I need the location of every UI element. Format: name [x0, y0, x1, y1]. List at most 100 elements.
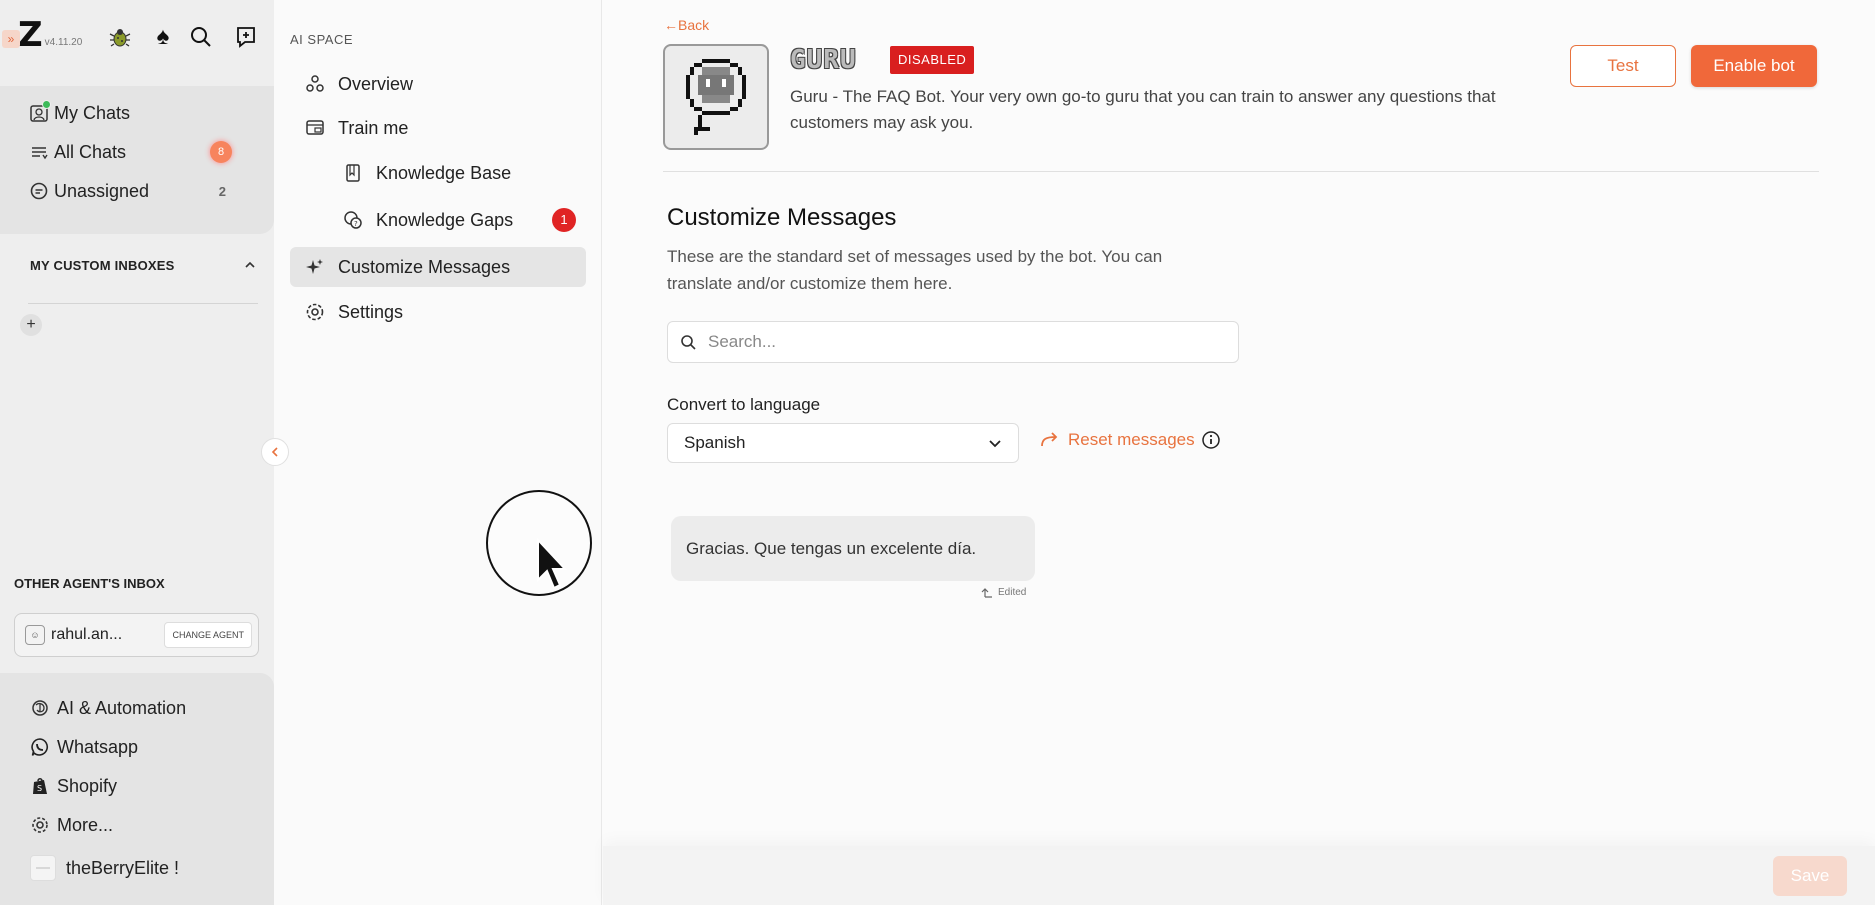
back-link[interactable]: ←Back	[664, 17, 709, 33]
edited-indicator: Edited	[981, 586, 1026, 598]
menu-label: Knowledge Base	[376, 162, 512, 183]
agent-avatar-icon: ☺	[25, 625, 45, 645]
save-button[interactable]: Save	[1773, 856, 1847, 896]
store-logo	[30, 855, 56, 881]
language-label: Convert to language	[667, 395, 821, 414]
message-bubble[interactable]: Gracias. Que tengas un excelente día.	[671, 516, 1035, 581]
nav-more[interactable]: More...	[30, 810, 113, 840]
cursor-highlight	[486, 490, 592, 596]
sparkle-icon	[304, 256, 326, 278]
language-select[interactable]: Spanish	[667, 423, 1019, 463]
status-badge: DISABLED	[890, 46, 975, 74]
pixel-chat-bubble-icon	[686, 59, 746, 135]
change-agent-button[interactable]: CHANGE AGENT	[164, 622, 252, 648]
divider	[28, 303, 258, 304]
menu-label: Knowledge Gaps	[376, 209, 514, 230]
book-icon	[342, 162, 364, 184]
info-icon[interactable]	[1201, 430, 1221, 450]
footer-bar: Save	[603, 846, 1875, 905]
message-text: Gracias. Que tengas un excelente día.	[686, 539, 977, 558]
menu-train-me[interactable]: Train me	[290, 108, 586, 148]
menu-customize-messages[interactable]: Customize Messages	[290, 247, 586, 287]
reset-messages-label: Reset messages	[1068, 430, 1195, 449]
chat-bubble-icon	[28, 180, 50, 202]
chevron-left-icon	[271, 447, 278, 457]
menu-label: Settings	[338, 301, 404, 322]
knowledge-gaps-icon: ?	[342, 209, 364, 231]
redo-arrow-icon	[1041, 432, 1058, 447]
nav-shopify[interactable]: S Shopify	[30, 771, 117, 801]
section-description: These are the standard set of messages u…	[667, 247, 1163, 293]
expand-arrows-icon[interactable]: »	[2, 30, 20, 48]
svg-text:?: ?	[354, 220, 358, 228]
ai-space-heading: AI SPACE	[290, 32, 354, 47]
nav-whatsapp[interactable]: Whatsapp	[30, 732, 138, 762]
collapse-sidebar-button[interactable]	[261, 438, 289, 466]
reset-messages-button[interactable]: Reset messages	[1040, 430, 1221, 450]
store-switcher[interactable]: theBerryElite !	[30, 853, 179, 883]
edited-arrow-icon	[981, 588, 992, 598]
search-icon[interactable]	[188, 24, 214, 50]
train-icon	[304, 117, 326, 139]
menu-label: Overview	[338, 73, 414, 94]
sidebar-topbar: » Z v4.11.20 ♠	[0, 0, 274, 70]
settings-gear-icon	[304, 301, 326, 323]
search-input[interactable]	[706, 331, 1206, 353]
mouse-pointer-icon	[537, 538, 568, 590]
language-value: Spanish	[684, 433, 746, 452]
overview-icon	[304, 73, 326, 95]
knowledge-gaps-badge: 1	[552, 208, 576, 232]
nav-label: Unassigned	[54, 180, 150, 201]
test-button[interactable]: Test	[1570, 45, 1676, 87]
menu-knowledge-base[interactable]: Knowledge Base	[290, 153, 586, 193]
gear-icon	[30, 815, 50, 835]
unassigned-count: 2	[218, 183, 226, 199]
chevron-down-icon	[989, 440, 1001, 448]
bottom-nav-card: AI & Automation Whatsapp S Shopify More.…	[0, 673, 274, 905]
nav-all-chats[interactable]: All Chats 8	[28, 137, 256, 167]
bot-avatar	[663, 44, 769, 150]
ai-space-menu: AI SPACE Overview Train me Knowledge Bas…	[274, 0, 602, 905]
shopify-icon: S	[30, 776, 50, 796]
app-sidebar: » Z v4.11.20 ♠ My Chats All Chats 8 Unas…	[0, 0, 274, 905]
menu-label: Train me	[338, 117, 409, 138]
svg-text:S: S	[37, 784, 42, 793]
whatsapp-icon	[30, 737, 50, 757]
nav-label: All Chats	[54, 141, 127, 162]
bug-icon[interactable]	[107, 24, 133, 50]
menu-settings[interactable]: Settings	[290, 292, 586, 332]
nav-label: AI & Automation	[57, 697, 187, 718]
menu-knowledge-gaps[interactable]: ? Knowledge Gaps 1	[290, 200, 586, 240]
add-inbox-button[interactable]: +	[20, 314, 42, 336]
search-icon	[681, 335, 696, 350]
enable-bot-button[interactable]: Enable bot	[1691, 45, 1817, 87]
bot-description: Guru - The FAQ Bot. Your very own go-to …	[790, 87, 1496, 132]
agent-selector: ☺ rahul.an... CHANGE AGENT	[14, 613, 259, 657]
chevron-up-icon[interactable]	[244, 258, 256, 276]
agent-name: rahul.an...	[51, 626, 123, 643]
app-version: v4.11.20	[44, 37, 83, 48]
nav-label: Whatsapp	[57, 736, 139, 757]
nav-ai-automation[interactable]: AI & Automation	[30, 693, 186, 723]
spade-icon[interactable]: ♠	[150, 23, 176, 50]
main-content: ←Back GURU DISABLED Guru - The FAQ Bot. …	[603, 0, 1875, 905]
edited-label: Edited	[998, 586, 1027, 598]
menu-overview[interactable]: Overview	[290, 64, 586, 104]
logo-letter: Z	[18, 15, 43, 55]
online-status-dot	[42, 100, 51, 109]
list-icon	[28, 141, 50, 163]
custom-inboxes-heading: MY CUSTOM INBOXES	[30, 258, 175, 273]
nav-label: My Chats	[54, 102, 131, 123]
all-chats-badge: 8	[210, 141, 232, 163]
my-chats-icon	[28, 100, 51, 124]
nav-unassigned[interactable]: Unassigned 2	[28, 176, 256, 206]
ai-automation-icon	[30, 698, 50, 718]
app-logo[interactable]: » Z v4.11.20	[2, 15, 83, 55]
nav-my-chats[interactable]: My Chats	[28, 98, 256, 128]
other-agents-heading: OTHER AGENT'S INBOX	[14, 576, 165, 591]
nav-label: Shopify	[57, 775, 118, 796]
new-chat-icon[interactable]	[234, 24, 260, 50]
search-field[interactable]	[667, 321, 1239, 363]
store-name: theBerryElite !	[66, 857, 180, 878]
nav-label: More...	[57, 814, 114, 835]
